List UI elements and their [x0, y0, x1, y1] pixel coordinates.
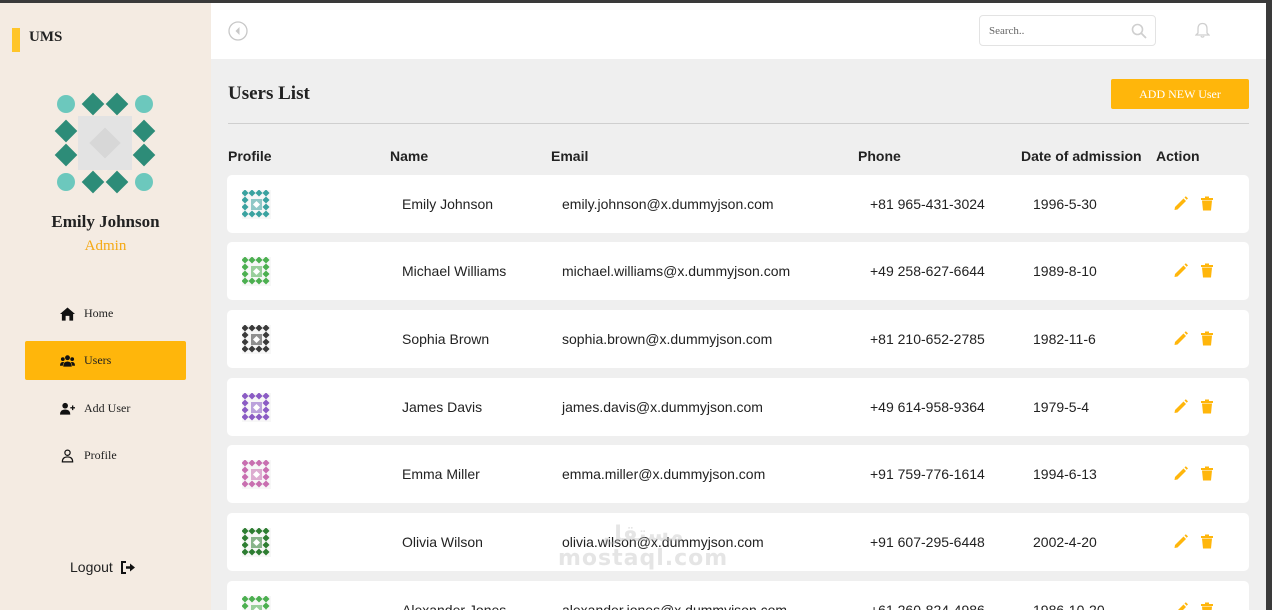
user-thumbnail: [242, 596, 271, 610]
sidebar-item-profile[interactable]: Profile: [25, 436, 186, 475]
user-email-cell: emily.johnson@x.dummyjson.com: [562, 196, 774, 212]
user-role: Admin: [84, 238, 127, 254]
page-title: Users List: [228, 83, 310, 104]
column-header-date: Date of admission: [1021, 148, 1142, 164]
profile-icon: [61, 449, 74, 463]
edit-icon[interactable]: [1174, 331, 1188, 346]
user-date-cell: 1986-10-20: [1033, 602, 1105, 610]
search-icon[interactable]: [1131, 23, 1147, 39]
search-input[interactable]: [980, 16, 1120, 45]
user-name-cell: Sophia Brown: [402, 331, 490, 347]
user-email-cell: emma.miller@x.dummyjson.com: [562, 466, 766, 482]
user-phone-cell: +49 614-958-9364: [870, 399, 985, 415]
user-thumbnail: [242, 190, 271, 219]
add-user-icon: [60, 402, 75, 415]
collapse-sidebar-icon[interactable]: [228, 21, 248, 41]
add-new-user-button[interactable]: ADD NEW User: [1111, 79, 1249, 109]
user-date-cell: 1996-5-30: [1033, 196, 1097, 212]
table-row: James Davis james.davis@x.dummyjson.com +4…: [227, 378, 1249, 436]
trash-icon[interactable]: [1200, 534, 1214, 549]
brand-logo: UMS: [12, 28, 62, 52]
bell-icon[interactable]: [1195, 22, 1210, 38]
user-name-cell: James Davis: [402, 399, 483, 415]
user-name-cell: Olivia Wilson: [402, 534, 483, 550]
search-box: [979, 15, 1156, 46]
trash-icon[interactable]: [1200, 196, 1214, 211]
user-thumbnail: [242, 393, 271, 422]
edit-icon[interactable]: [1174, 602, 1188, 610]
trash-icon[interactable]: [1200, 466, 1214, 481]
edit-icon[interactable]: [1174, 399, 1188, 414]
user-date-cell: 1982-11-6: [1033, 331, 1096, 347]
table-row: Emma Miller emma.miller@x.dummyjson.com +9…: [227, 445, 1249, 503]
table-row: Emily Johnson emily.johnson@x.dummyjson.c…: [227, 175, 1249, 233]
trash-icon[interactable]: [1200, 331, 1214, 346]
users-icon: [60, 355, 75, 367]
user-name: Emily Johnson: [51, 212, 160, 231]
user-email-cell: alexander.jones@x.dummyjson.com: [562, 602, 788, 610]
sign-out-icon: [120, 560, 135, 574]
sidebar-item-label: Home: [84, 306, 114, 320]
user-phone-cell: +91 607-295-6448: [870, 534, 985, 550]
trash-icon[interactable]: [1200, 602, 1214, 610]
topbar: [211, 3, 1266, 59]
edit-icon[interactable]: [1174, 534, 1188, 549]
sidebar-item-label: Users: [84, 353, 112, 367]
header-divider: [228, 123, 1249, 124]
user-name-cell: Emily Johnson: [402, 196, 494, 212]
user-phone-cell: +49 258-627-6644: [870, 263, 985, 279]
user-phone-cell: +81 210-652-2785: [870, 331, 985, 347]
column-header-phone: Phone: [858, 148, 901, 164]
logout-button[interactable]: Logout: [70, 559, 136, 575]
column-header-action: Action: [1156, 148, 1200, 164]
table-row: Sophia Brown sophia.brown@x.dummyjson.com…: [227, 310, 1249, 368]
user-name-cell: Alexander Jones: [402, 602, 507, 610]
user-email-cell: sophia.brown@x.dummyjson.com: [562, 331, 773, 347]
user-thumbnail: [242, 528, 271, 557]
user-phone-cell: +61 260-824-4986: [870, 602, 985, 610]
user-avatar: [54, 92, 156, 194]
user-thumbnail: [242, 257, 271, 286]
user-email-cell: michael.williams@x.dummyjson.com: [562, 263, 791, 279]
edit-icon[interactable]: [1174, 466, 1188, 481]
user-date-cell: 1994-6-13: [1033, 466, 1097, 482]
user-name-cell: Michael Williams: [402, 263, 507, 279]
trash-icon[interactable]: [1200, 399, 1214, 414]
column-header-profile: Profile: [228, 148, 272, 164]
home-icon: [60, 307, 75, 321]
sidebar-item-users[interactable]: Users: [25, 341, 186, 380]
sidebar-item-label: Profile: [84, 448, 117, 462]
column-header-email: Email: [551, 148, 589, 164]
sidebar-item-label: Add User: [84, 401, 131, 415]
watermark-latin: mostaql.com: [558, 546, 729, 571]
user-phone-cell: +81 965-431-3024: [870, 196, 985, 212]
trash-icon[interactable]: [1200, 263, 1214, 278]
logout-label: Logout: [70, 559, 113, 575]
watermark-arabic: مستقل: [602, 522, 684, 547]
table-row: Olivia Wilson olivia.wilson@x.dummyjson.c…: [227, 513, 1249, 571]
sidebar-item-add-user[interactable]: Add User: [25, 389, 186, 428]
user-thumbnail: [242, 325, 271, 354]
user-date-cell: 1989-8-10: [1033, 263, 1097, 279]
app-window: UMS Emily Johnson Admin Home Users Add U…: [0, 3, 1266, 610]
user-name-cell: Emma Miller: [402, 466, 480, 482]
user-date-cell: 1979-5-4: [1033, 399, 1090, 415]
table-row: Alexander Jones alexander.jones@x.dummyjs…: [227, 581, 1249, 610]
edit-icon[interactable]: [1174, 263, 1188, 278]
column-header-name: Name: [390, 148, 429, 164]
edit-icon[interactable]: [1174, 196, 1188, 211]
table-row: Michael Williams michael.williams@x.dummy…: [227, 242, 1249, 300]
sidebar-item-home[interactable]: Home: [25, 294, 186, 333]
sidebar: UMS Emily Johnson Admin Home Users Add U…: [0, 3, 211, 610]
user-email-cell: james.davis@x.dummyjson.com: [562, 399, 763, 415]
user-phone-cell: +91 759-776-1614: [870, 466, 985, 482]
watermark: مستقل mostaql.com: [558, 523, 728, 571]
user-thumbnail: [242, 460, 271, 489]
user-date-cell: 2002-4-20: [1033, 534, 1097, 550]
